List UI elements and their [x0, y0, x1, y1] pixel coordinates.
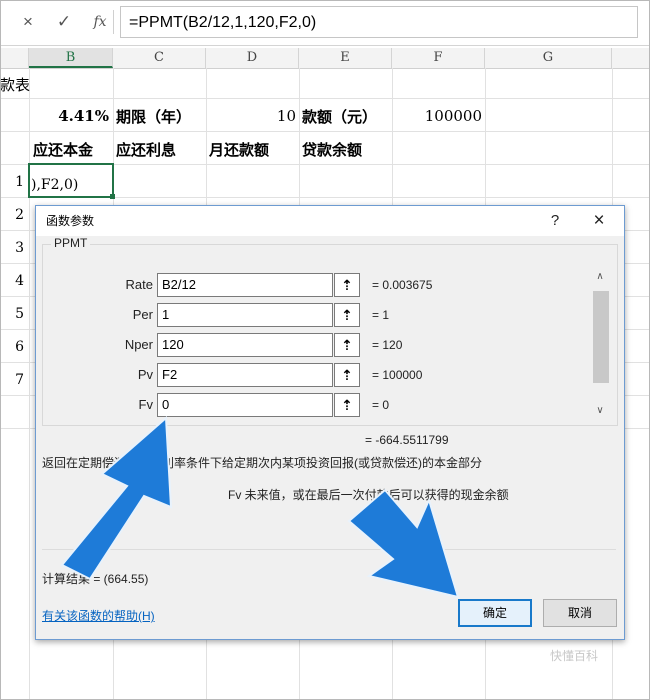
- arrow-to-fv-input: [60, 415, 173, 581]
- watermark: 快懂百科: [550, 649, 599, 663]
- annotation-arrows: [60, 415, 460, 599]
- arrow-to-ok-button: [347, 488, 460, 599]
